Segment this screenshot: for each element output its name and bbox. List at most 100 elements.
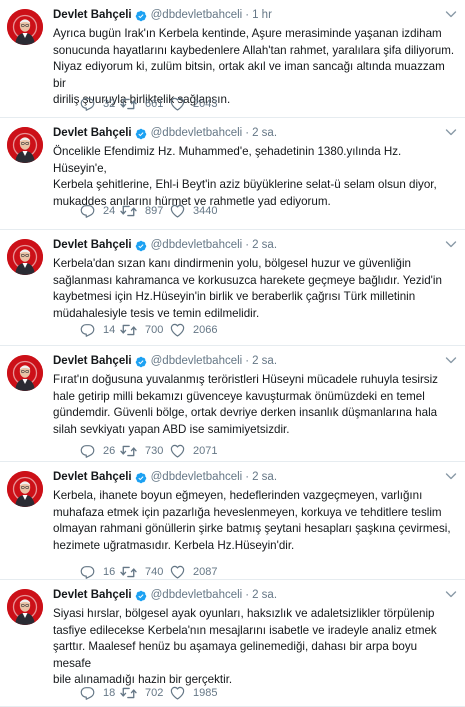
retweet-count: 702 <box>145 687 164 699</box>
tweet[interactable]: Devlet Bahçeli @dbdevletbahceli · 2 sa. … <box>0 580 465 707</box>
tweet-content: Devlet Bahçeli @dbdevletbahceli · 2 sa. … <box>53 587 457 689</box>
tweet-header: Devlet Bahçeli @dbdevletbahceli · 2 sa. <box>53 353 457 370</box>
reply-button[interactable]: 16 <box>80 564 115 580</box>
reply-icon <box>80 97 95 111</box>
chevron-down-icon[interactable] <box>445 355 457 365</box>
reply-icon <box>80 444 95 458</box>
like-count: 2087 <box>193 566 218 578</box>
author-handle[interactable]: @dbdevletbahceli <box>151 353 243 370</box>
separator-dot: · <box>245 9 250 21</box>
author-name[interactable]: Devlet Bahçeli <box>53 469 132 486</box>
reply-count: 32 <box>103 98 116 110</box>
chevron-down-icon[interactable] <box>445 471 457 481</box>
like-button[interactable]: 1985 <box>170 685 217 701</box>
separator-dot: · <box>245 471 250 483</box>
tweet-text: Fırat'ın doğusuna yuvalanmış teröristler… <box>53 373 438 436</box>
timestamp[interactable]: 2 sa. <box>252 125 277 142</box>
reply-icon <box>80 686 95 700</box>
retweet-button[interactable]: 661 <box>120 96 163 112</box>
timestamp[interactable]: 2 sa. <box>252 237 277 254</box>
verified-badge-icon <box>135 356 147 368</box>
avatar[interactable] <box>7 127 43 163</box>
author-name[interactable]: Devlet Bahçeli <box>53 587 132 604</box>
tweet-text: Öncelikle Efendimiz Hz. Muhammed'e, şeha… <box>53 145 437 208</box>
author-name[interactable]: Devlet Bahçeli <box>53 125 132 142</box>
verified-badge-icon <box>135 128 147 140</box>
like-button[interactable]: 2071 <box>170 443 217 459</box>
heart-icon <box>170 323 185 337</box>
heart-icon <box>170 97 185 111</box>
retweet-button[interactable]: 897 <box>120 203 163 219</box>
avatar-image <box>7 9 43 45</box>
reply-button[interactable]: 24 <box>80 203 115 219</box>
avatar[interactable] <box>7 471 43 507</box>
timeline: Devlet Bahçeli @dbdevletbahceli · 1 hr A… <box>0 0 465 707</box>
retweet-button[interactable]: 702 <box>120 685 163 701</box>
reply-button[interactable]: 32 <box>80 96 115 112</box>
retweet-count: 661 <box>145 98 164 110</box>
verified-badge-icon <box>135 472 147 484</box>
timestamp[interactable]: 1 hr <box>252 7 272 24</box>
like-button[interactable]: 3440 <box>170 203 217 219</box>
tweet-content: Devlet Bahçeli @dbdevletbahceli · 2 sa. … <box>53 237 457 322</box>
chevron-down-icon[interactable] <box>445 239 457 249</box>
tweet-header: Devlet Bahçeli @dbdevletbahceli · 2 sa. <box>53 237 457 254</box>
retweet-button[interactable]: 740 <box>120 564 163 580</box>
reply-count: 18 <box>103 687 116 699</box>
separator-dot: · <box>245 355 250 367</box>
tweet-content: Devlet Bahçeli @dbdevletbahceli · 2 sa. … <box>53 353 457 438</box>
retweet-icon <box>120 444 137 458</box>
reply-button[interactable]: 18 <box>80 685 115 701</box>
avatar[interactable] <box>7 9 43 45</box>
author-handle[interactable]: @dbdevletbahceli <box>151 125 243 142</box>
tweet-header: Devlet Bahçeli @dbdevletbahceli · 2 sa. <box>53 125 457 142</box>
retweet-button[interactable]: 730 <box>120 443 163 459</box>
like-button[interactable]: 2066 <box>170 322 217 338</box>
avatar[interactable] <box>7 239 43 275</box>
reply-count: 14 <box>103 324 116 336</box>
timestamp[interactable]: 2 sa. <box>252 587 277 604</box>
reply-button[interactable]: 26 <box>80 443 115 459</box>
like-count: 1985 <box>193 687 218 699</box>
chevron-down-icon[interactable] <box>445 9 457 19</box>
chevron-down-icon[interactable] <box>445 127 457 137</box>
tweet-text: Siyasi hırslar, bölgesel ayak oyunları, … <box>53 607 437 687</box>
author-name[interactable]: Devlet Bahçeli <box>53 7 132 24</box>
like-count: 2066 <box>193 324 218 336</box>
author-name[interactable]: Devlet Bahçeli <box>53 237 132 254</box>
author-handle[interactable]: @dbdevletbahceli <box>151 469 243 486</box>
retweet-button[interactable]: 700 <box>120 322 163 338</box>
reply-icon <box>80 565 95 579</box>
like-button[interactable]: 2043 <box>170 96 217 112</box>
avatar[interactable] <box>7 355 43 391</box>
verified-badge-icon <box>135 10 147 22</box>
chevron-down-icon[interactable] <box>445 589 457 599</box>
author-handle[interactable]: @dbdevletbahceli <box>151 587 243 604</box>
reply-button[interactable]: 14 <box>80 322 115 338</box>
avatar[interactable] <box>7 589 43 625</box>
tweet[interactable]: Devlet Bahçeli @dbdevletbahceli · 2 sa. … <box>0 230 465 346</box>
verified-badge-icon <box>135 240 147 252</box>
tweet[interactable]: Devlet Bahçeli @dbdevletbahceli · 2 sa. … <box>0 346 465 462</box>
author-handle[interactable]: @dbdevletbahceli <box>151 7 243 24</box>
separator-dot: · <box>245 127 250 139</box>
author-name[interactable]: Devlet Bahçeli <box>53 353 132 370</box>
tweet-text: Kerbela'dan sızan kanı dindirmenin yolu,… <box>53 257 442 320</box>
separator-dot: · <box>245 589 250 601</box>
avatar-image <box>7 471 43 507</box>
tweet[interactable]: Devlet Bahçeli @dbdevletbahceli · 1 hr A… <box>0 0 465 118</box>
reply-icon <box>80 323 95 337</box>
retweet-count: 897 <box>145 205 164 217</box>
heart-icon <box>170 565 185 579</box>
retweet-icon <box>120 686 137 700</box>
tweet[interactable]: Devlet Bahçeli @dbdevletbahceli · 2 sa. … <box>0 118 465 230</box>
like-button[interactable]: 2087 <box>170 564 217 580</box>
timestamp[interactable]: 2 sa. <box>252 469 277 486</box>
like-count: 2043 <box>193 98 218 110</box>
author-handle[interactable]: @dbdevletbahceli <box>151 237 243 254</box>
timestamp[interactable]: 2 sa. <box>252 353 277 370</box>
verified-badge-icon <box>135 590 147 602</box>
reply-count: 16 <box>103 566 116 578</box>
tweet[interactable]: Devlet Bahçeli @dbdevletbahceli · 2 sa. … <box>0 462 465 580</box>
tweet-content: Devlet Bahçeli @dbdevletbahceli · 2 sa. … <box>53 469 457 554</box>
